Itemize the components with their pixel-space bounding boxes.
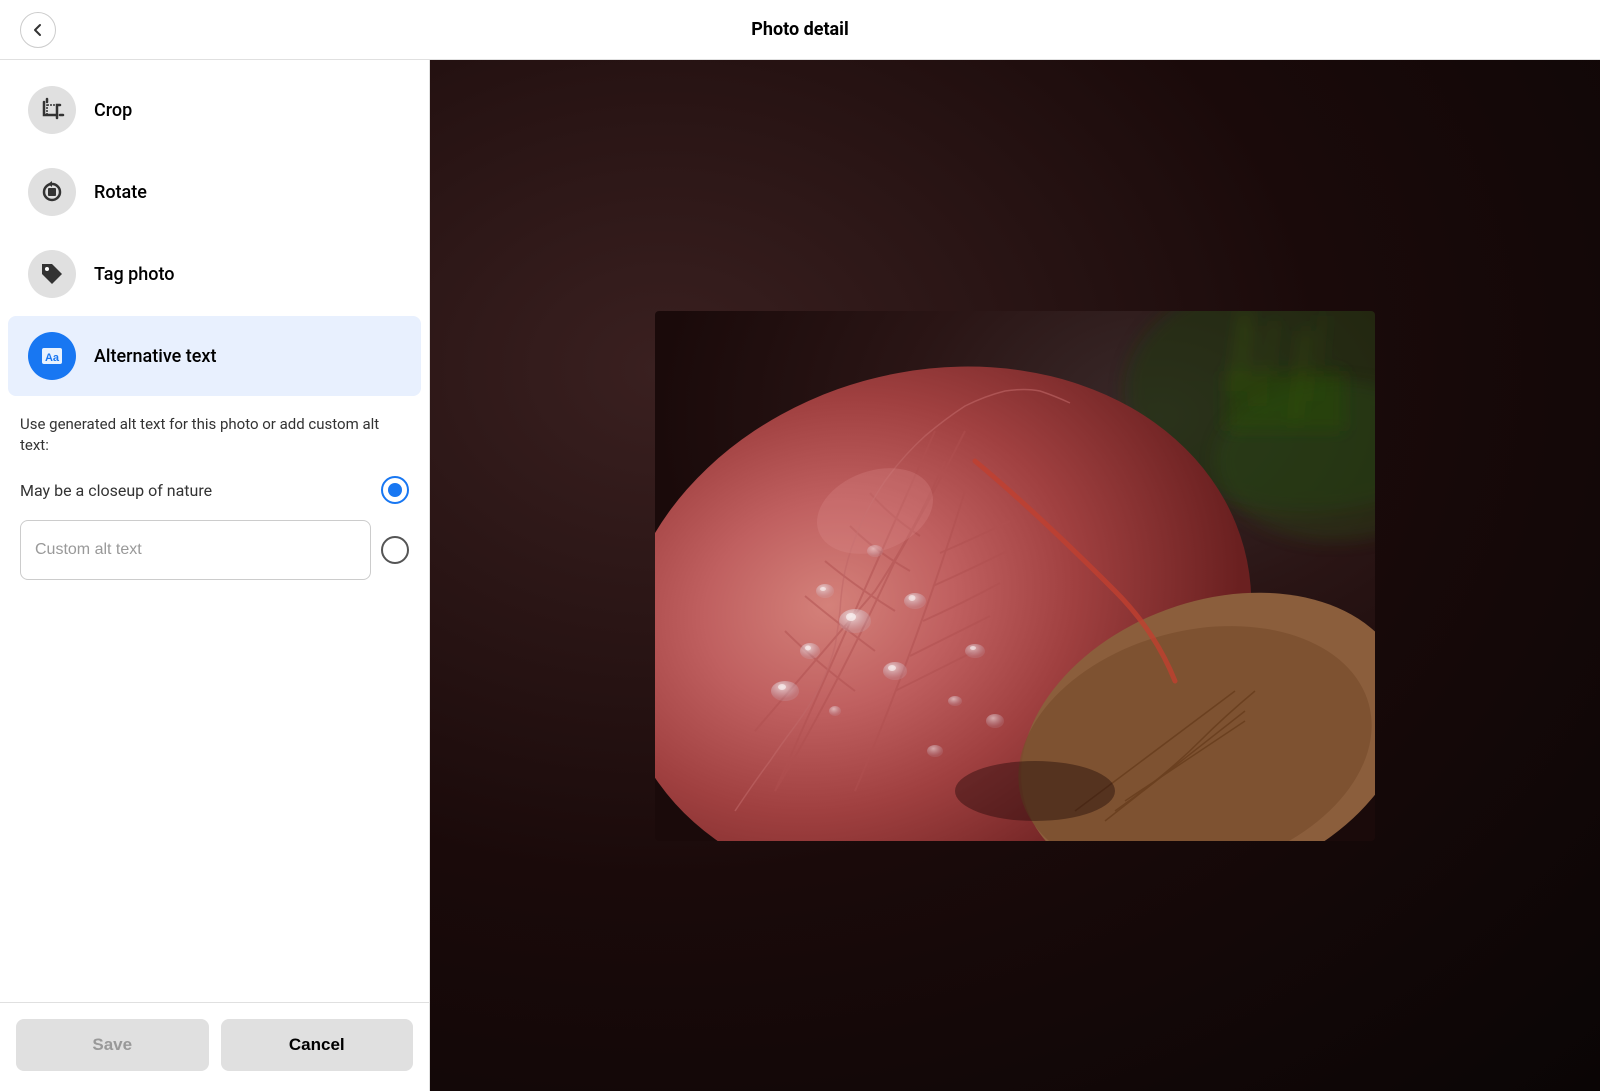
page-title: Photo detail [751, 19, 848, 40]
rotate-label: Rotate [94, 182, 147, 203]
leaf-photo [655, 311, 1375, 841]
alt-text-description: Use generated alt text for this photo or… [20, 414, 409, 456]
svg-text:Aa: Aa [45, 352, 60, 364]
menu-items: Crop Rotate [0, 60, 429, 1002]
alt-text-icon-bg: Aa [28, 332, 76, 380]
menu-item-tag[interactable]: Tag photo [8, 234, 421, 314]
footer-buttons: Save Cancel [0, 1002, 429, 1091]
tag-icon-bg [28, 250, 76, 298]
menu-item-alt-text[interactable]: Aa Alternative text [8, 316, 421, 396]
custom-alt-input[interactable] [20, 520, 371, 580]
rotate-icon [39, 179, 65, 205]
header: Photo detail [0, 0, 1600, 60]
photo-container [655, 311, 1375, 841]
menu-item-crop[interactable]: Crop [8, 70, 421, 150]
save-button[interactable]: Save [16, 1019, 209, 1071]
right-panel [430, 60, 1600, 1091]
generated-alt-option[interactable]: May be a closeup of nature [20, 476, 409, 504]
alt-text-label: Alternative text [94, 346, 216, 367]
custom-alt-row [20, 520, 409, 580]
cancel-button[interactable]: Cancel [221, 1019, 414, 1071]
crop-label: Crop [94, 100, 132, 121]
back-arrow-icon [29, 21, 47, 39]
crop-icon [39, 97, 65, 123]
custom-radio[interactable] [381, 536, 409, 564]
left-panel: Crop Rotate [0, 60, 430, 1091]
alt-text-section: Use generated alt text for this photo or… [0, 398, 429, 596]
crop-icon-bg [28, 86, 76, 134]
rotate-icon-bg [28, 168, 76, 216]
generated-radio-inner [388, 483, 402, 497]
generated-radio[interactable] [381, 476, 409, 504]
tag-icon [39, 261, 65, 287]
tag-label: Tag photo [94, 264, 175, 285]
menu-item-rotate[interactable]: Rotate [8, 152, 421, 232]
back-button[interactable] [20, 12, 56, 48]
alt-text-icon: Aa [38, 342, 66, 370]
generated-alt-label: May be a closeup of nature [20, 481, 212, 500]
main-layout: Crop Rotate [0, 60, 1600, 1091]
